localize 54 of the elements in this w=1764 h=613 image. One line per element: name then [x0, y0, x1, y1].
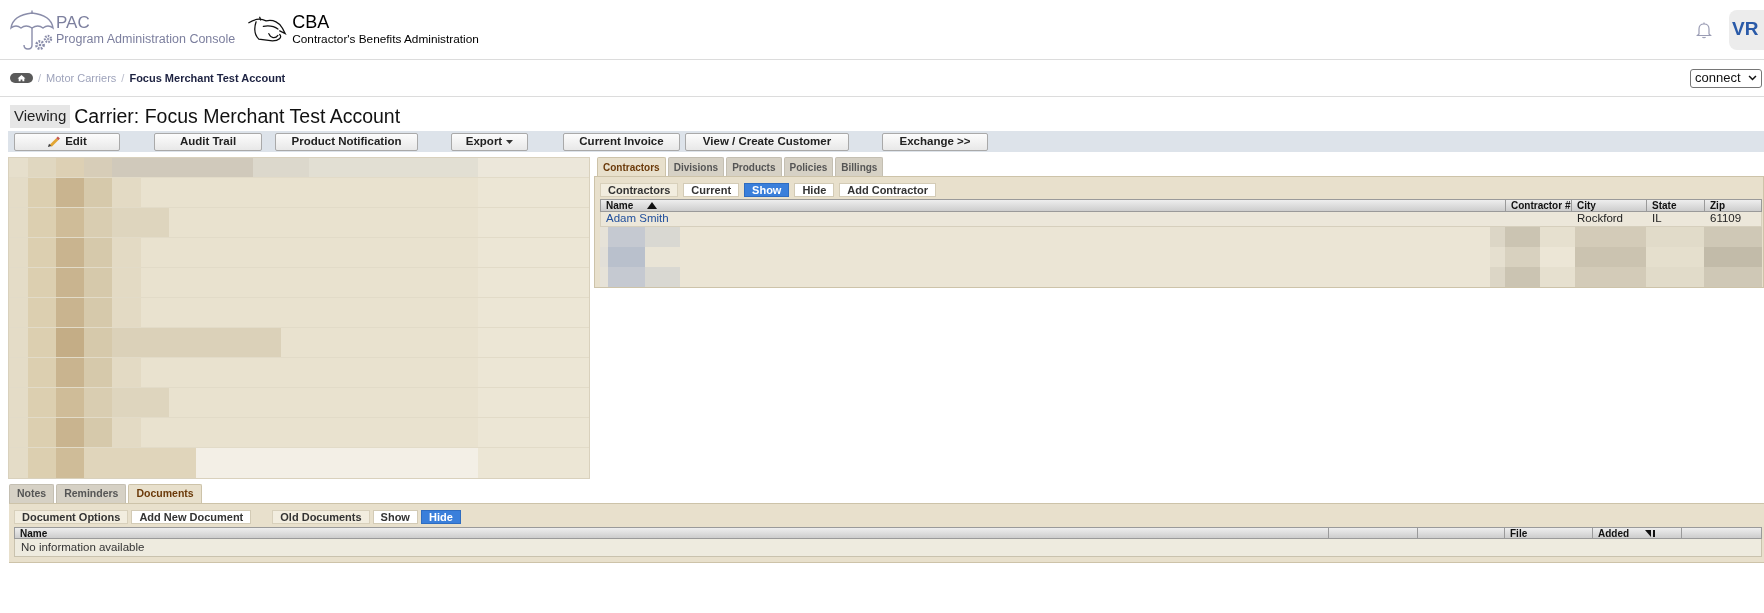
table-cell-text: IL: [1651, 212, 1663, 226]
table-cell-text: Rockford: [1576, 212, 1625, 226]
toolbar-button[interactable]: Audit Trail: [154, 132, 262, 151]
toggle-option[interactable]: Hide: [794, 183, 835, 197]
tab[interactable]: Billings: [835, 157, 884, 176]
umbrella-gears-icon: [9, 8, 55, 51]
toolbar-label: Contractors: [600, 183, 679, 197]
toolbar-button[interactable]: Add Contractor: [839, 183, 936, 197]
module-subtitle: Contractor's Benefits Administration: [292, 31, 479, 47]
breadcrumb-current: Focus Merchant Test Account: [129, 70, 286, 86]
notification-bell-icon[interactable]: [1696, 20, 1712, 39]
tab[interactable]: Products: [726, 157, 782, 176]
bird-head-icon: [247, 14, 288, 45]
app-subtitle: Program Administration Console: [56, 31, 236, 47]
context-select[interactable]: connect: [1690, 68, 1762, 88]
toolbar-button[interactable]: Edit: [14, 132, 120, 151]
tab[interactable]: Contractors: [597, 157, 666, 176]
column-header[interactable]: Added: [1593, 528, 1682, 538]
tab[interactable]: Documents: [128, 484, 202, 503]
toolbar-button[interactable]: View / Create Customer: [685, 132, 849, 151]
module-title: CBA: [292, 12, 331, 32]
column-header[interactable]: City: [1572, 200, 1647, 211]
tab[interactable]: Reminders: [56, 484, 127, 503]
toggle-option[interactable]: Show: [744, 183, 790, 197]
viewing-label: Viewing: [10, 105, 71, 128]
tab[interactable]: Divisions: [667, 157, 725, 176]
toolbar-button[interactable]: Export: [451, 132, 528, 151]
toolbar-button[interactable]: Product Notification: [275, 132, 418, 151]
toolbar-button[interactable]: Current Invoice: [563, 132, 680, 151]
toolbar-button[interactable]: Exchange >>: [882, 132, 988, 151]
column-header[interactable]: Zip: [1705, 200, 1761, 211]
chevron-down-icon: [1748, 75, 1757, 81]
column-header[interactable]: State: [1647, 200, 1705, 211]
toggle-option[interactable]: Show: [372, 510, 418, 524]
contractor-name-link[interactable]: Adam Smith: [601, 212, 1506, 226]
toolbar-label: Document Options: [14, 510, 129, 524]
user-avatar[interactable]: VR: [1729, 9, 1764, 50]
toggle-option[interactable]: Hide: [420, 510, 461, 524]
column-header[interactable]: Name: [601, 200, 1506, 211]
toolbar-button[interactable]: Add New Document: [131, 510, 252, 524]
tab[interactable]: Notes: [9, 484, 55, 503]
home-icon[interactable]: [10, 73, 33, 83]
breadcrumb-separator: /: [121, 70, 125, 86]
empty-state-message: No information available: [14, 539, 1762, 557]
column-header[interactable]: File: [1505, 528, 1593, 538]
toolbar-label: Old Documents: [272, 510, 370, 524]
column-header[interactable]: Name: [15, 528, 1329, 538]
app-title: PAC: [56, 12, 91, 32]
tab[interactable]: Policies: [783, 157, 834, 176]
toolbar-button[interactable]: Current: [683, 183, 740, 197]
page-title: Carrier: Focus Merchant Test Account: [74, 103, 401, 129]
table-cell-text: 61109: [1709, 212, 1743, 226]
column-header[interactable]: Contractor #: [1506, 200, 1572, 211]
breadcrumb-separator: /: [38, 70, 42, 86]
